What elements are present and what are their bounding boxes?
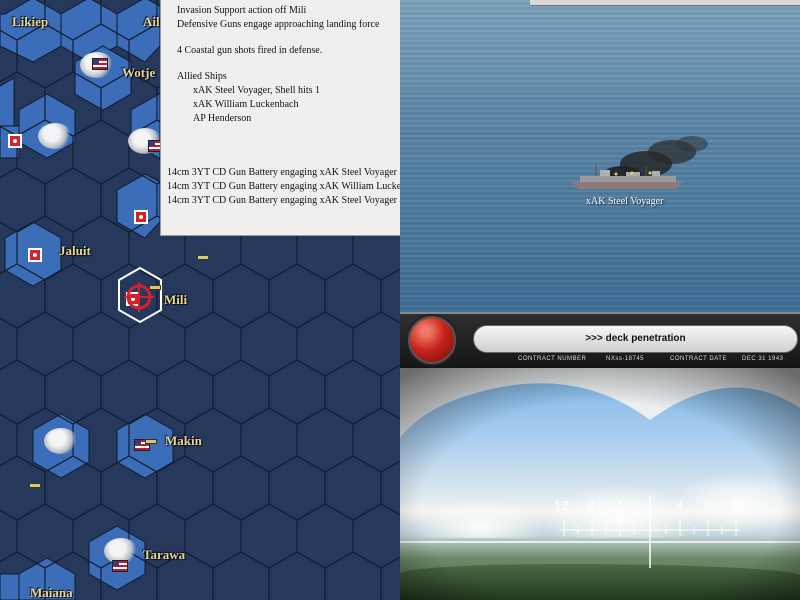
place-label-mili: Mili <box>164 292 188 307</box>
contract-number-label: CONTRACT NUMBER <box>518 356 587 362</box>
japanese-base-icon[interactable] <box>134 210 148 224</box>
contract-date-value: DEC 31 1943 <box>742 356 784 362</box>
task-force-icon[interactable] <box>198 256 208 259</box>
island-cloud <box>38 123 72 149</box>
ship-name-label: xAK Steel Voyager <box>586 196 664 207</box>
sea-view: xAK Steel Voyager <box>400 0 800 312</box>
place-label-tarawa: Tarawa <box>143 547 186 562</box>
task-force-icon[interactable] <box>30 484 40 487</box>
us-flag-icon[interactable] <box>92 58 108 70</box>
island-cloud <box>44 428 78 454</box>
cargo-ship-icon[interactable] <box>570 164 686 190</box>
binocular-panel: >>> deck penetration CONTRACT NUMBER NXs… <box>400 312 800 368</box>
place-label-wotje: Wotje <box>122 65 156 80</box>
place-label-likiep: Likiep <box>12 14 49 29</box>
japanese-base-icon[interactable] <box>28 248 42 262</box>
message-bar: >>> deck penetration <box>473 325 798 353</box>
binocular-mask <box>400 368 800 600</box>
contract-date-label: CONTRACT DATE <box>670 356 727 362</box>
target-reticle-icon <box>124 282 154 312</box>
place-label-maiana: Maiana <box>30 585 73 600</box>
contract-number-value: NXss-18745 <box>606 356 645 362</box>
red-alert-button[interactable] <box>408 316 456 364</box>
sea-view-header <box>530 0 800 6</box>
task-force-icon[interactable] <box>146 440 156 443</box>
japanese-base-icon[interactable] <box>8 134 22 148</box>
place-label-ail: Ail <box>143 14 160 29</box>
us-flag-icon[interactable] <box>112 560 128 572</box>
place-label-makin: Makin <box>165 433 202 448</box>
binocular-view: 12 8 4 4 8 12 <box>400 368 800 600</box>
place-label-jaluit: Jaluit <box>59 243 91 258</box>
